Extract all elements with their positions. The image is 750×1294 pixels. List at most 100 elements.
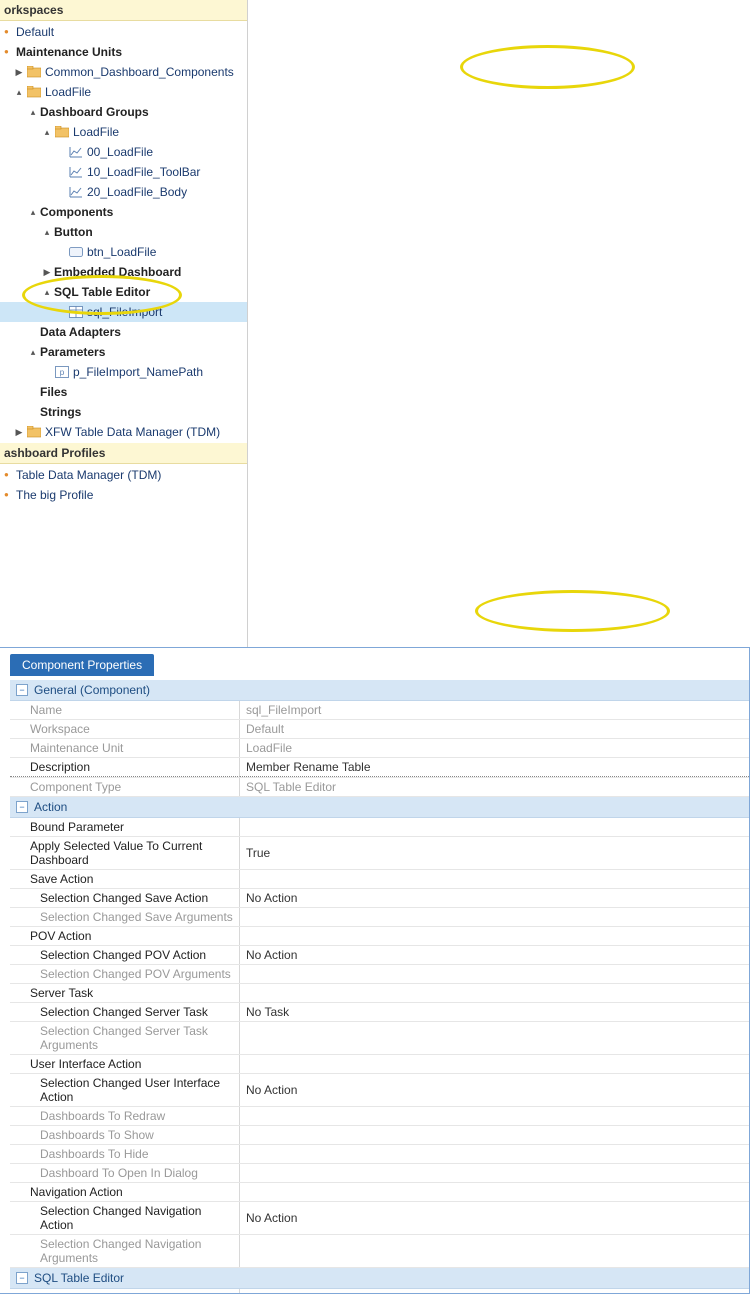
expand-icon[interactable]: ▶ <box>42 264 52 280</box>
prop-row[interactable]: Selection Changed Save Action No Action <box>10 889 749 908</box>
prop-value[interactable] <box>240 965 749 983</box>
collapse-icon[interactable]: ▴ <box>28 204 38 220</box>
prop-label: POV Action <box>10 927 240 945</box>
prop-row[interactable]: Dashboards To Hide <box>10 1145 749 1164</box>
bullet-icon: ● <box>4 44 12 60</box>
prop-value[interactable]: SQL Table Editor <box>240 778 749 796</box>
prop-row[interactable]: Selection Changed Save Arguments <box>10 908 749 927</box>
tree-dashboard-groups[interactable]: ▴ Dashboard Groups <box>0 102 247 122</box>
prop-label: Server Task <box>10 984 240 1002</box>
tree-strings[interactable]: · Strings <box>0 402 247 422</box>
expand-icon[interactable]: ▶ <box>14 424 24 440</box>
prop-row[interactable]: Selection Changed User Interface Action … <box>10 1074 749 1107</box>
prop-row[interactable]: Dashboard To Open In Dialog <box>10 1164 749 1183</box>
tree-10-toolbar[interactable]: · 10_LoadFile_ToolBar <box>0 162 247 182</box>
collapse-icon[interactable]: ▴ <box>28 104 38 120</box>
prop-value[interactable]: Application <box>240 1289 749 1293</box>
tree-btn-loadfile[interactable]: · btn_LoadFile <box>0 242 247 262</box>
tree-sql-fileimport[interactable]: · sql_FileImport <box>0 302 247 322</box>
tree-20-body[interactable]: · 20_LoadFile_Body <box>0 182 247 202</box>
prop-value[interactable]: No Action <box>240 889 749 907</box>
prop-value <box>240 1055 749 1073</box>
prop-row[interactable]: Apply Selected Value To Current Dashboar… <box>10 837 749 870</box>
prop-value[interactable]: True <box>240 837 749 869</box>
tree-group-loadfile[interactable]: ▴ LoadFile <box>0 122 247 142</box>
prop-value[interactable] <box>240 1126 749 1144</box>
prop-row[interactable]: Selection Changed Server Task Arguments <box>10 1022 749 1055</box>
collapse-icon[interactable]: ▴ <box>28 344 38 360</box>
tree-components[interactable]: ▴ Components <box>0 202 247 222</box>
prop-row[interactable]: Component Type SQL Table Editor <box>10 778 749 797</box>
prop-value[interactable]: Default <box>240 720 749 738</box>
tree-data-adapters[interactable]: · Data Adapters <box>0 322 247 342</box>
prop-value[interactable] <box>240 908 749 926</box>
group-collapse-icon[interactable]: − <box>16 684 28 696</box>
prop-value <box>240 927 749 945</box>
prop-value[interactable]: No Task <box>240 1003 749 1021</box>
prop-value[interactable]: Member Rename Table <box>240 758 749 777</box>
prop-row[interactable]: Selection Changed POV Arguments <box>10 965 749 984</box>
tree-button[interactable]: ▴ Button <box>0 222 247 242</box>
profile-big[interactable]: ● The big Profile <box>0 485 247 505</box>
prop-value[interactable] <box>240 1107 749 1125</box>
tree-parameters[interactable]: ▴ Parameters <box>0 342 247 362</box>
group-general[interactable]: − General (Component) <box>10 680 749 701</box>
collapse-icon[interactable]: ▴ <box>42 224 52 240</box>
prop-value[interactable] <box>240 1235 749 1267</box>
expand-icon[interactable]: ▶ <box>14 64 24 80</box>
prop-value[interactable]: LoadFile <box>240 739 749 757</box>
tree-00-loadfile[interactable]: · 00_LoadFile <box>0 142 247 162</box>
profile-tdm[interactable]: ● Table Data Manager (TDM) <box>0 465 247 485</box>
tree-xfw-tdm[interactable]: ▶ XFW Table Data Manager (TDM) <box>0 422 247 442</box>
prop-row[interactable]: Selection Changed Server Task No Task <box>10 1003 749 1022</box>
tree-param-namepath[interactable]: · p p_FileImport_NamePath <box>0 362 247 382</box>
prop-label: Selection Changed POV Action <box>10 946 240 964</box>
prop-value[interactable] <box>240 818 749 836</box>
prop-value[interactable] <box>240 1145 749 1163</box>
prop-row[interactable]: Dashboards To Redraw <box>10 1107 749 1126</box>
group-sql[interactable]: − SQL Table Editor <box>10 1268 749 1289</box>
prop-label: Selection Changed Server Task Arguments <box>10 1022 240 1054</box>
prop-value[interactable] <box>240 1022 749 1054</box>
tree-sql-table-editor[interactable]: ▴ SQL Table Editor <box>0 282 247 302</box>
prop-label: Selection Changed Save Arguments <box>10 908 240 926</box>
prop-row[interactable]: Workspace Default <box>10 720 749 739</box>
prop-row[interactable]: Name sql_FileImport <box>10 701 749 720</box>
collapse-icon[interactable]: ▴ <box>42 124 52 140</box>
prop-label: Dashboards To Redraw <box>10 1107 240 1125</box>
tree-common-dashboard[interactable]: ▶ Common_Dashboard_Components <box>0 62 247 82</box>
prop-label: User Interface Action <box>10 1055 240 1073</box>
table-icon <box>68 305 84 319</box>
annotation-circle <box>460 45 635 89</box>
prop-row[interactable]: Bound Parameter <box>10 818 749 837</box>
prop-value[interactable] <box>240 1164 749 1182</box>
prop-value[interactable]: No Action <box>240 1074 749 1106</box>
prop-row[interactable]: Maintenance Unit LoadFile <box>10 739 749 758</box>
tree-loadfile[interactable]: ▴ LoadFile <box>0 82 247 102</box>
tree-embedded-dashboard[interactable]: ▶ Embedded Dashboard <box>0 262 247 282</box>
group-action[interactable]: − Action <box>10 797 749 818</box>
prop-row[interactable]: Database Location Application <box>10 1289 749 1293</box>
prop-value[interactable]: No Action <box>240 946 749 964</box>
tab-component-properties[interactable]: Component Properties <box>10 654 154 676</box>
prop-row[interactable]: Selection Changed POV Action No Action <box>10 946 749 965</box>
prop-label: Workspace <box>10 720 240 738</box>
prop-subheader: Save Action <box>10 870 749 889</box>
dashboard-profiles-header: ashboard Profiles <box>0 443 247 464</box>
prop-row[interactable]: Dashboards To Show <box>10 1126 749 1145</box>
prop-row[interactable]: Selection Changed Navigation Action No A… <box>10 1202 749 1235</box>
prop-value[interactable]: No Action <box>240 1202 749 1234</box>
prop-label: Navigation Action <box>10 1183 240 1201</box>
workspaces-header: orkspaces <box>0 0 247 21</box>
prop-row[interactable]: Selection Changed Navigation Arguments <box>10 1235 749 1268</box>
prop-value[interactable]: sql_FileImport <box>240 701 749 719</box>
prop-row[interactable]: Description Member Rename Table <box>10 758 749 778</box>
collapse-icon[interactable]: ▴ <box>14 84 24 100</box>
group-collapse-icon[interactable]: − <box>16 801 28 813</box>
collapse-icon[interactable]: ▴ <box>42 284 52 300</box>
tree-files[interactable]: · Files <box>0 382 247 402</box>
tree-default[interactable]: ● Default <box>0 22 247 42</box>
tree-maintenance-units[interactable]: ● Maintenance Units <box>0 42 247 62</box>
prop-label: Selection Changed POV Arguments <box>10 965 240 983</box>
group-collapse-icon[interactable]: − <box>16 1272 28 1284</box>
